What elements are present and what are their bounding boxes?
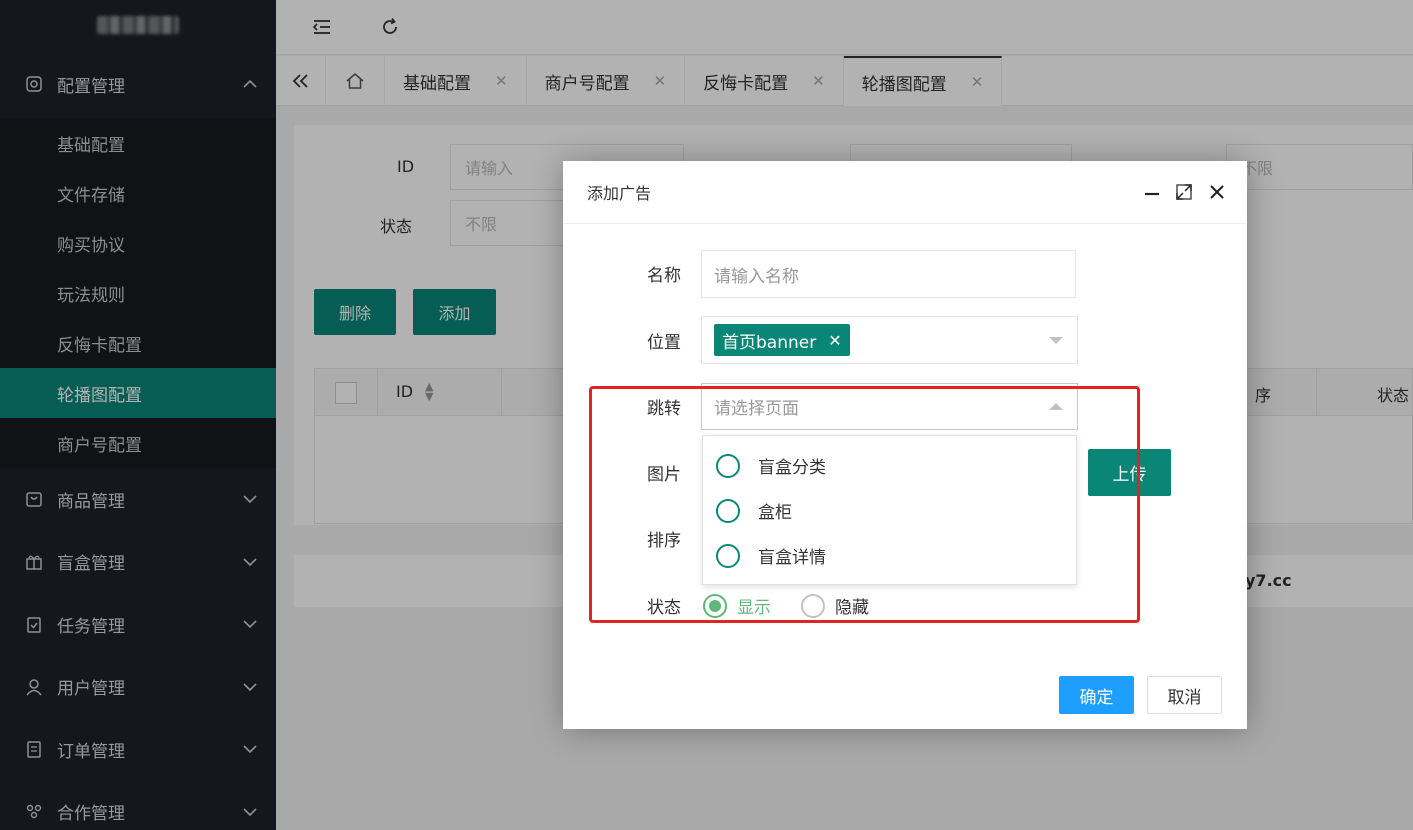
jump-select[interactable]: 请选择页面 xyxy=(701,383,1078,430)
status-option-show[interactable]: 显示 xyxy=(703,593,771,618)
add-ad-modal: 添加广告 名称 请输入名称 位置 首页banner ✕ 跳转 请选择页面 图片 … xyxy=(563,161,1247,729)
image-label: 图片 xyxy=(647,465,681,485)
confirm-button[interactable]: 确定 xyxy=(1059,676,1134,714)
radio-unchecked-icon[interactable] xyxy=(716,453,740,478)
caret-up-icon xyxy=(1049,403,1063,410)
jump-dropdown: 盲盒分类 盒柜 盲盒详情 xyxy=(702,435,1077,585)
modal-title: 添加广告 xyxy=(587,184,652,203)
cancel-button[interactable]: 取消 xyxy=(1147,676,1222,714)
minimize-icon[interactable] xyxy=(1141,181,1163,203)
position-label: 位置 xyxy=(647,333,681,353)
jump-option[interactable]: 盲盒分类 xyxy=(703,443,1076,488)
jump-option-label: 盲盒详情 xyxy=(758,548,826,568)
jump-option[interactable]: 盒柜 xyxy=(703,488,1076,533)
status-option-label: 显示 xyxy=(737,598,771,618)
status-radio-group: 显示 隐藏 xyxy=(703,593,869,618)
status-option-label: 隐藏 xyxy=(835,598,869,618)
jump-option-label: 盲盒分类 xyxy=(758,458,826,478)
dropdown-padding xyxy=(703,436,1076,443)
tag-remove-icon[interactable]: ✕ xyxy=(828,331,841,350)
jump-option-label: 盒柜 xyxy=(758,503,792,523)
jump-option[interactable]: 盲盒详情 xyxy=(703,533,1076,578)
status-option-hide[interactable]: 隐藏 xyxy=(801,593,869,618)
caret-down-icon xyxy=(1049,337,1063,344)
position-select[interactable]: 首页banner ✕ xyxy=(701,316,1078,364)
close-icon[interactable] xyxy=(1206,181,1228,203)
radio-unchecked-icon[interactable] xyxy=(716,543,740,568)
position-tag-label: 首页banner xyxy=(722,332,817,353)
radio-unchecked-icon[interactable] xyxy=(716,498,740,523)
sort-label: 排序 xyxy=(647,531,681,551)
upload-button[interactable]: 上传 xyxy=(1088,449,1171,496)
name-label: 名称 xyxy=(647,266,681,286)
position-tag: 首页banner ✕ xyxy=(714,324,850,356)
radio-unchecked-icon[interactable] xyxy=(801,593,825,618)
modal-header: 添加广告 xyxy=(563,161,1247,224)
maximize-icon[interactable] xyxy=(1173,181,1195,203)
name-input[interactable]: 请输入名称 xyxy=(701,250,1076,298)
radio-checked-icon[interactable] xyxy=(703,593,727,618)
status-label: 状态 xyxy=(647,598,681,618)
jump-label: 跳转 xyxy=(647,399,681,419)
